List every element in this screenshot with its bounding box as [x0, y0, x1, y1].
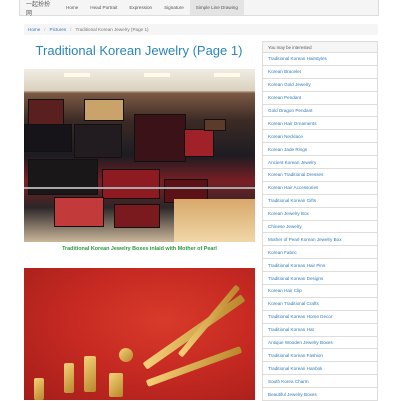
- photo-cabinet: [84, 99, 124, 121]
- jewelry-boxes-photo[interactable]: [24, 69, 255, 242]
- page-title: Traditional Korean Jewelry (Page 1): [35, 43, 243, 58]
- sidebar-item[interactable]: Korean Hair Accessories: [262, 181, 378, 195]
- sidebar-list: Traditional Korean Hairstyles Korean Bra…: [262, 53, 378, 401]
- photo-cabinet: [54, 197, 104, 227]
- sidebar-item[interactable]: Korean Gold Jewelry: [262, 78, 378, 92]
- photo-light: [144, 73, 170, 77]
- sidebar-item[interactable]: Korean Bracelet: [262, 65, 378, 79]
- top-navbar: 一起扮扮网 Home Head Portrait Expression Sign…: [19, 0, 379, 17]
- sidebar-item[interactable]: Chinese Jewelry: [262, 220, 378, 234]
- sidebar-item[interactable]: Korean Hair Ornaments: [262, 117, 378, 131]
- photo-caption: Traditional Korean Jewelry Boxes inlaid …: [62, 246, 217, 252]
- sidebar-heading: You may be interested: [262, 41, 378, 53]
- sidebar-item[interactable]: Korean Pendant: [262, 91, 378, 105]
- photo-gold-piece: [64, 363, 74, 393]
- photo-gold-piece: [119, 348, 133, 362]
- photo-gold-piece: [109, 373, 123, 397]
- photo-cabinet: [134, 114, 186, 162]
- photo-rack: [24, 187, 255, 189]
- photo-cabinet: [24, 124, 72, 152]
- nav-head-portrait[interactable]: Head Portrait: [84, 0, 123, 15]
- sidebar-item[interactable]: Korean Jade Rings: [262, 143, 378, 157]
- sidebar-item[interactable]: South Korea Charm: [262, 375, 378, 389]
- nav-expression[interactable]: Expression: [123, 0, 158, 15]
- photo-gold-piece: [142, 294, 246, 370]
- sidebar-item[interactable]: Traditional Korean Designs: [262, 272, 378, 286]
- related-sidebar: You may be interested Traditional Korean…: [262, 41, 378, 401]
- sidebar-item[interactable]: Traditional Korean Hair Pins: [262, 259, 378, 273]
- sidebar-item[interactable]: Traditional Korean Hairstyles: [262, 53, 378, 66]
- sidebar-item[interactable]: Korean Jewelry Box: [262, 207, 378, 221]
- photo-cabinet: [28, 159, 98, 195]
- sidebar-item[interactable]: Traditional Korean Home Decor: [262, 310, 378, 324]
- sidebar-item[interactable]: Korean Fabric: [262, 246, 378, 260]
- sidebar-item[interactable]: Korean Hair Clip: [262, 285, 378, 298]
- breadcrumb-separator: /: [44, 27, 46, 32]
- nav-simple-line-drawing[interactable]: Simple Line Drawing: [189, 0, 244, 15]
- photo-cabinet: [28, 99, 64, 127]
- sidebar-item[interactable]: Korean Traditional Dresses: [262, 169, 378, 182]
- sidebar-item[interactable]: Traditional Korean Hat: [262, 323, 378, 337]
- sidebar-item[interactable]: Ancient Korean Jewelry: [262, 156, 378, 170]
- sidebar-item[interactable]: Traditional Korean Hanbok: [262, 362, 378, 376]
- photo-light: [214, 73, 240, 77]
- sidebar-item[interactable]: Korean Traditional Crafts: [262, 297, 378, 311]
- nav-home[interactable]: Home: [60, 0, 84, 15]
- sidebar-item[interactable]: Traditional Korean Gifts: [262, 194, 378, 208]
- site-logo[interactable]: 一起扮扮网: [20, 0, 60, 17]
- photo-cabinet: [204, 119, 226, 131]
- photo-cabinet: [184, 129, 214, 157]
- sidebar-item[interactable]: Traditional Korean Fashion: [262, 349, 378, 363]
- sidebar-item[interactable]: Beautiful Jewelry Boxes: [262, 388, 378, 401]
- breadcrumb-current: Traditional Korean Jewelry (Page 1): [75, 27, 149, 32]
- breadcrumb-pictures[interactable]: Pictures: [50, 27, 67, 32]
- photo-cabinet: [74, 124, 122, 158]
- photo-light: [64, 73, 90, 77]
- nav-signature[interactable]: Signature: [158, 0, 190, 15]
- sidebar-item[interactable]: Korean Necklace: [262, 130, 378, 144]
- sidebar-item[interactable]: Mother of Pearl Korean Jewelry Box: [262, 233, 378, 247]
- photo-gold-piece: [34, 378, 44, 400]
- breadcrumb: Home / Pictures / Traditional Korean Jew…: [24, 24, 378, 35]
- sidebar-item[interactable]: Antique Wooden Jewelry Boxes: [262, 336, 378, 350]
- photo-floor: [174, 199, 255, 242]
- photo-cabinet: [102, 169, 160, 199]
- breadcrumb-separator: /: [70, 27, 72, 32]
- breadcrumb-home[interactable]: Home: [28, 27, 40, 32]
- sidebar-item[interactable]: Gold Dragon Pendant: [262, 104, 378, 118]
- photo-gold-piece: [84, 356, 96, 392]
- photo-gold-piece: [177, 284, 241, 358]
- photo-cabinet: [114, 204, 160, 228]
- gold-jewelry-photo[interactable]: [24, 268, 255, 400]
